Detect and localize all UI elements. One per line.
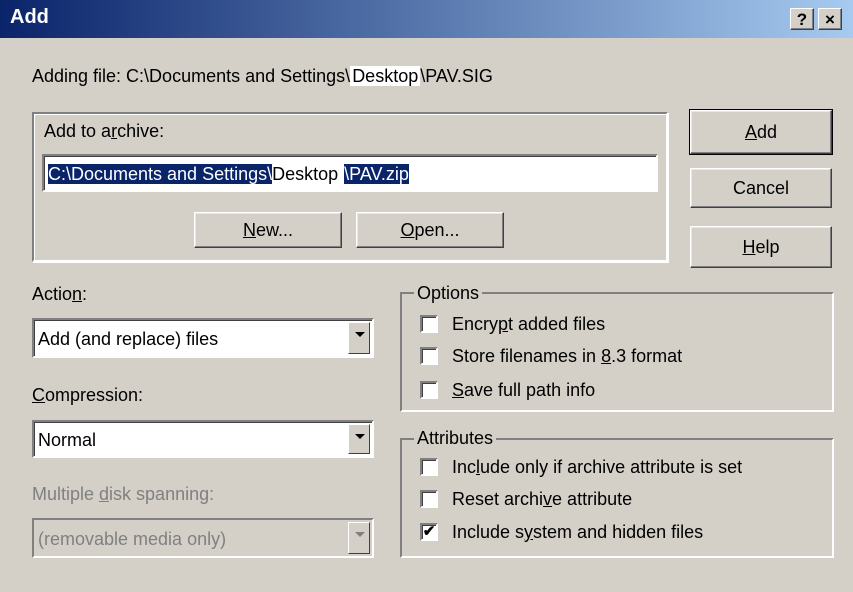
archive-attr-checkbox[interactable] [420,458,438,476]
spanning-select: (removable media only) [32,518,374,558]
close-icon[interactable]: × [818,8,842,30]
compression-select[interactable]: Normal [32,420,374,458]
new-archive-button[interactable]: New... [194,212,342,248]
options-group-label: Options [414,283,483,304]
action-select[interactable]: Add (and replace) files [32,318,374,358]
help-icon[interactable]: ? [790,8,814,30]
encrypt-label[interactable]: Encrypt added files [452,314,605,335]
system-hidden-checkbox[interactable]: ✔ [420,523,438,541]
attributes-group-label: Attributes [414,428,497,449]
spanning-label: Multiple disk spanning: [32,484,215,504]
archive-attr-label[interactable]: Include only if archive attribute is set [452,457,742,478]
add-button[interactable]: Add [689,109,833,155]
chevron-down-icon[interactable] [348,322,370,354]
action-label: Action: [32,284,88,304]
help-button[interactable]: Help [690,226,832,268]
compression-label: Compression: [32,385,144,405]
reset-attr-checkbox[interactable] [420,490,438,508]
system-hidden-label[interactable]: Include system and hidden files [452,522,703,543]
chevron-down-icon[interactable] [348,424,370,454]
title-bar [0,0,853,38]
encrypt-checkbox[interactable] [420,315,438,333]
chevron-down-icon [348,522,370,554]
open-archive-button[interactable]: Open... [356,212,504,248]
cancel-button[interactable]: Cancel [690,168,832,208]
archive-group-label: Add to archive: [44,121,165,141]
reset-attr-label[interactable]: Reset archive attribute [452,489,632,510]
store-83-label[interactable]: Store filenames in 8.3 format [452,346,682,367]
window-title: Add [10,6,49,28]
store-83-checkbox[interactable] [420,347,438,365]
save-path-checkbox[interactable] [420,381,438,399]
adding-file-desktop: Desktop [350,66,421,86]
adding-file-text: Adding file: C:\Documents and Settings\ D… [32,66,493,86]
archive-path-input[interactable]: C:\Documents and Settings\Desktop \PAV.zi… [42,154,658,192]
save-path-label[interactable]: Save full path info [452,380,595,401]
